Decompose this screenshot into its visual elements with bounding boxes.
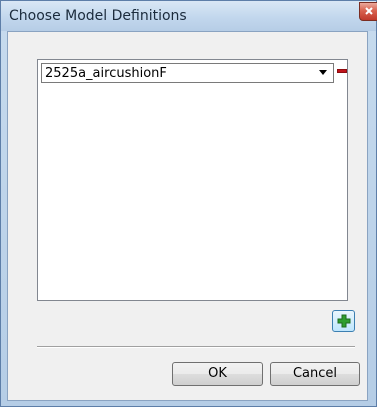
ok-button[interactable]: OK [172,362,263,386]
close-button[interactable] [359,2,377,21]
chevron-down-icon[interactable] [319,70,327,75]
model-definitions-list: 2525a_aircushionF [37,59,348,301]
plus-icon [337,314,351,328]
dialog-body: 2525a_aircushionF OK Cancel [7,31,368,401]
cancel-button[interactable]: Cancel [270,362,360,386]
window-title: Choose Model Definitions [9,8,187,24]
remove-model-button[interactable] [337,69,347,73]
footer-divider [37,346,355,348]
model-definition-dropdown[interactable]: 2525a_aircushionF [41,63,334,83]
model-definition-value: 2525a_aircushionF [45,66,167,81]
title-bar[interactable]: Choose Model Definitions [1,1,377,31]
add-model-button[interactable] [332,310,355,332]
close-icon [365,7,373,15]
dialog-window: Choose Model Definitions 2525a_aircushio… [0,0,377,407]
